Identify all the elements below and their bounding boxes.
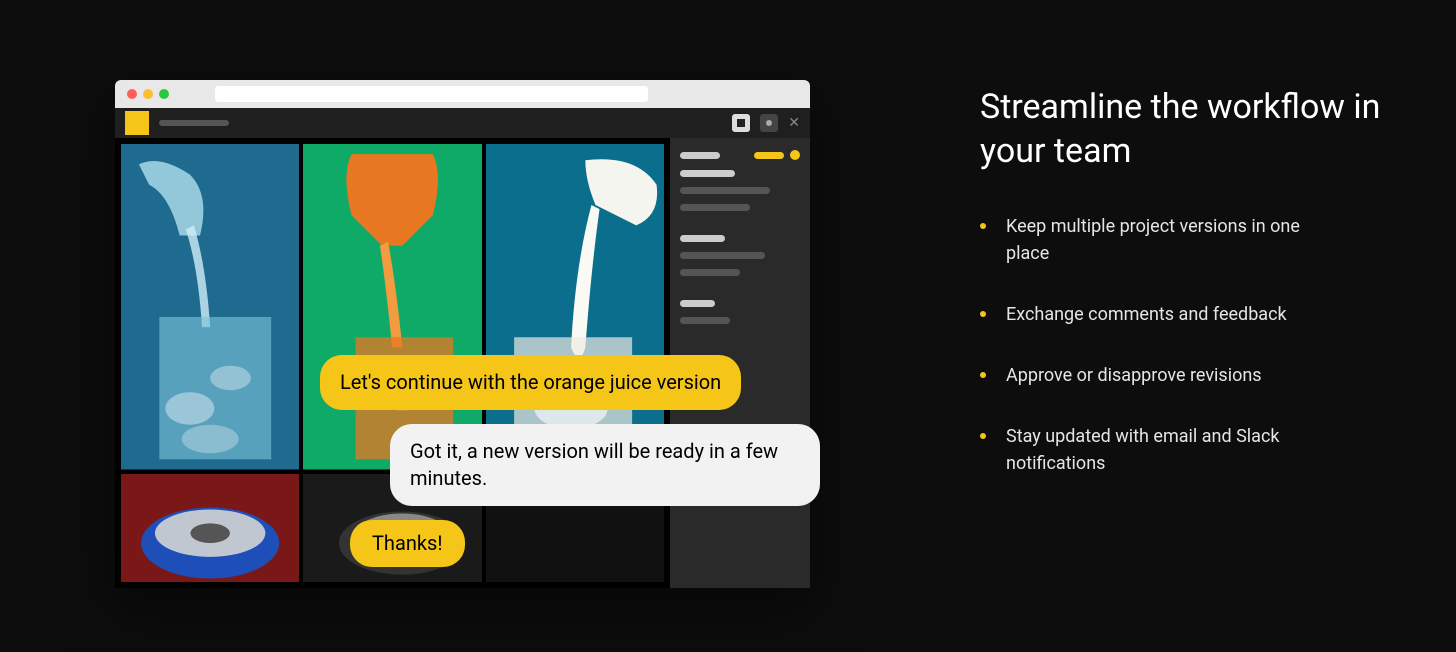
bullet-icon	[980, 311, 986, 317]
maximize-window-icon	[159, 89, 169, 99]
app-logo	[125, 111, 149, 135]
chat-text: Thanks!	[372, 531, 443, 555]
sidebar-line	[680, 317, 730, 324]
bullet-icon	[980, 223, 986, 229]
sidebar-line	[680, 269, 740, 276]
feature-text: Keep multiple project versions in one pl…	[1006, 213, 1346, 267]
chat-text: Got it, a new version will be ready in a…	[410, 439, 778, 490]
feature-text: Stay updated with email and Slack notifi…	[1006, 423, 1346, 477]
browser-title-bar	[115, 80, 810, 108]
bullet-icon	[980, 372, 986, 378]
feature-text: Approve or disapprove revisions	[1006, 362, 1262, 389]
chat-overlay: Let's continue with the orange juice ver…	[320, 355, 820, 581]
sidebar-line	[680, 252, 765, 259]
minimize-window-icon	[143, 89, 153, 99]
chat-message-sent: Thanks!	[350, 520, 465, 567]
url-bar	[215, 86, 648, 102]
sidebar-line	[680, 204, 750, 211]
toolbar-placeholder	[159, 120, 229, 126]
feature-copy: Streamline the workflow in your team Kee…	[810, 0, 1456, 511]
sidebar-label	[680, 152, 720, 159]
chat-message-sent: Let's continue with the orange juice ver…	[320, 355, 741, 410]
section-heading: Streamline the workflow in your team	[980, 85, 1396, 173]
feature-item: Keep multiple project versions in one pl…	[980, 213, 1396, 267]
feature-item: Exchange comments and feedback	[980, 301, 1396, 328]
feature-item: Approve or disapprove revisions	[980, 362, 1396, 389]
sidebar-line	[680, 300, 715, 307]
view-mode-icon	[732, 114, 750, 132]
chat-message-received: Got it, a new version will be ready in a…	[390, 424, 820, 506]
sidebar-line	[680, 187, 770, 194]
close-icon: ✕	[788, 115, 800, 131]
sidebar-dot-icon	[790, 150, 800, 160]
close-window-icon	[127, 89, 137, 99]
image-tile-can-blue	[121, 474, 299, 583]
status-dot-icon	[760, 114, 778, 132]
sidebar-line	[680, 235, 725, 242]
image-tile-water	[121, 144, 299, 470]
feature-item: Stay updated with email and Slack notifi…	[980, 423, 1396, 477]
feature-list: Keep multiple project versions in one pl…	[980, 213, 1396, 477]
app-toolbar: ✕	[115, 108, 810, 138]
sidebar-toggle	[754, 152, 784, 159]
feature-text: Exchange comments and feedback	[1006, 301, 1287, 328]
bullet-icon	[980, 433, 986, 439]
chat-text: Let's continue with the orange juice ver…	[340, 370, 721, 394]
sidebar-line	[680, 170, 735, 177]
